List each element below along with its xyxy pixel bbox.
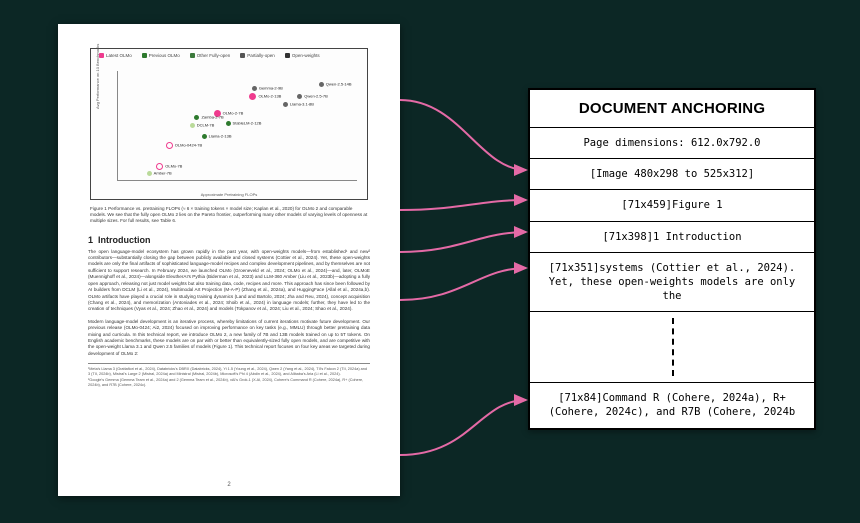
x-axis-label: Approximate Pretraining FLOPs [91,192,367,197]
chart-point: Qwen-2.5-7B [297,94,328,99]
chart-point: Llama-2-13B [202,134,232,139]
legend-item: Open-weights [285,53,320,58]
figure-caption: Figure 1 Performance vs. pretraining FLO… [90,206,368,225]
legend-item: Latest OLMo [99,53,132,58]
anchor-ellipsis [530,312,814,383]
chart-point: Amber-7B [147,171,172,176]
anchor-row: [Image 480x298 to 525x312] [530,159,814,190]
chart-point: OLMo-0424-7B [166,142,202,149]
document-anchoring-panel: DOCUMENT ANCHORING Page dimensions: 612.… [528,88,816,430]
chart-point: Llama-3.1-8B [283,102,314,107]
anchor-row: Page dimensions: 612.0x792.0 [530,128,814,159]
chart-point: OLMo-2-13B [249,93,281,100]
anchor-row: [71x84]Command R (Cohere, 2024a), R+ (Co… [530,383,814,427]
paper-page: Latest OLMo Previous OLMo Other Fully-op… [58,24,400,496]
body-paragraph: Modern language-model development is an … [88,319,370,358]
figure-chart: Latest OLMo Previous OLMo Other Fully-op… [90,48,368,200]
footnote: ²Google's Gemma (Gemma Team et al., 2024… [88,378,370,388]
section-number: 1 [88,235,93,245]
legend-item: Other Fully-open [190,53,231,58]
anchor-row: [71x459]Figure 1 [530,190,814,221]
chart-point: OLMo-7B [156,163,182,170]
legend-item: Previous OLMo [142,53,180,58]
legend-item: Partially-open [240,53,275,58]
chart-point: Zamba-2-7B [194,115,223,120]
section-heading: 1 Introduction [88,235,370,245]
section-title: Introduction [98,235,151,245]
chart-legend: Latest OLMo Previous OLMo Other Fully-op… [99,53,359,58]
chart-point: StableLM-2-12B [226,121,262,126]
chart-point: Qwen-2.5-14B [319,82,352,87]
chart-axes: OLMo-2-13BOLMo-2-7BOLMo-0424-7BOLMo-7BLl… [117,71,357,181]
anchor-title: DOCUMENT ANCHORING [530,90,814,128]
body-paragraph: The open language-model ecosystem has gr… [88,249,370,313]
page-number: 2 [58,482,400,488]
anchor-row: [71x398]1 Introduction [530,222,814,253]
anchor-row: [71x351]systems (Cottier et al., 2024). … [530,253,814,313]
chart-point: DCLM-7B [190,123,215,128]
footnote: ¹Meta's Llama 3 (Grattafiori et al., 202… [88,367,370,377]
chart-point: Gemma-2-9B [252,86,283,91]
footnotes: ¹Meta's Llama 3 (Grattafiori et al., 202… [88,363,370,388]
y-axis-label: Avg Performance on 10 Benchmarks [95,44,100,109]
